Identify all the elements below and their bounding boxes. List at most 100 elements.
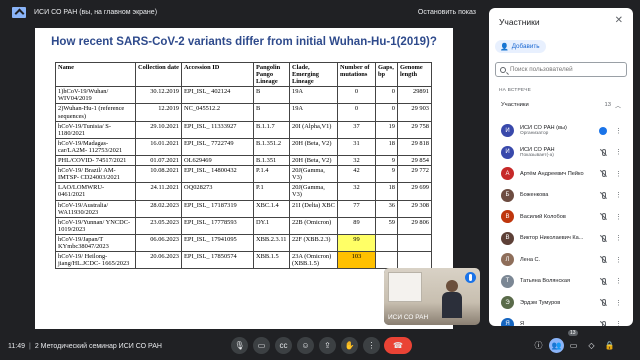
cell-pango: B.1.1.7	[253, 120, 290, 139]
more-vert-icon[interactable]: ⋮	[615, 170, 622, 178]
status-glyph	[600, 320, 606, 326]
col-header-clade: Clade, Emerging Lineage	[289, 61, 338, 88]
participant-row[interactable]: А Артём Андреевич Пейко ⋮	[495, 163, 627, 185]
participant-row[interactable]: И ИСИ СО РАН Показывает(-а) ⋮	[495, 142, 627, 164]
activities-button[interactable]: ◇	[584, 338, 599, 353]
cell-mutations: 42	[337, 165, 376, 184]
cell-date: 20.06.2023	[135, 251, 182, 270]
camera-button[interactable]: ▭	[253, 337, 270, 354]
cell-name: hCoV-19/Australia/ WA11930/2023	[55, 199, 136, 218]
col-header-gaps: Gaps, bp	[375, 61, 398, 88]
cell-mutations: 0	[337, 86, 376, 105]
reactions-button[interactable]: ☺	[297, 337, 314, 354]
cell-name: hCoV-19/ Heilong- jiang/HL.JCDC- 1665/20…	[55, 251, 136, 270]
self-view-tile[interactable]: ИСИ СО РАН	[384, 268, 480, 325]
more-vert-icon[interactable]: ⋮	[615, 191, 622, 199]
participant-text: ИСИ СО РАН (вы) Организатор	[520, 125, 594, 136]
mic-off-icon[interactable]	[599, 256, 607, 264]
participant-search[interactable]	[495, 62, 627, 77]
mic-off-icon[interactable]	[599, 320, 607, 326]
add-participant-label: Добавить	[511, 43, 540, 50]
mic-off-icon: 🎙	[234, 340, 245, 350]
more-vert-icon[interactable]: ⋮	[615, 148, 622, 156]
cell-clade: 19A	[289, 103, 338, 122]
host-controls-button[interactable]: 🔒	[602, 338, 617, 353]
search-input[interactable]	[510, 66, 620, 73]
cell-pango: DY.1	[253, 216, 290, 235]
cell-genome-length: 29891	[397, 86, 432, 105]
participant-row[interactable]: Б Боженкова ⋮	[495, 185, 627, 207]
cell-gaps: 19	[375, 120, 398, 139]
participant-row[interactable]: Л Лена С. ⋮	[495, 249, 627, 271]
more-vert-icon[interactable]: ⋮	[615, 234, 622, 242]
cell-accession: OQ028273	[181, 182, 254, 201]
participant-row[interactable]: Э Эрдэм Тумуров ⋮	[495, 292, 627, 314]
chat-button[interactable]: ▭	[566, 338, 581, 353]
col-header-name: Name	[55, 61, 136, 88]
table-row: hCoV-19/Yunnan/ YNCDC-1019/2023 23.05.202…	[55, 216, 432, 235]
speaking-icon[interactable]	[599, 126, 607, 135]
hand-icon: ✋	[344, 340, 355, 350]
participant-row[interactable]: В Виктор Николаевич Ка... ⋮	[495, 228, 627, 250]
add-participant-button[interactable]: 👤 Добавить	[495, 40, 546, 53]
table-header-row: Name Collection date Accession ID Pangol…	[55, 61, 432, 88]
presenter-title: ИСИ СО РАН (вы, на главном экране)	[34, 8, 158, 16]
avatar: Б	[501, 188, 514, 202]
participants-group-header[interactable]: Участники 13 ︿	[495, 98, 621, 112]
avatar: И	[501, 124, 514, 138]
status-glyph	[600, 256, 606, 264]
cell-date: 16.01.2021	[135, 137, 182, 157]
participant-name: Боженкова	[520, 192, 549, 199]
cell-genome-length: 29 699	[397, 182, 432, 201]
more-vert-icon[interactable]: ⋮	[615, 277, 622, 285]
more-vert-icon[interactable]: ⋮	[615, 213, 622, 221]
avatar: В	[501, 231, 514, 245]
captions-icon: cc	[279, 340, 288, 350]
stop-presenting-button[interactable]: Остановить показ	[418, 9, 476, 16]
participants-count-badge: 13	[568, 330, 578, 336]
info-button[interactable]: ⓘ	[531, 338, 546, 353]
cell-clade: 23A (Omicron) (XBB.1.5)	[289, 251, 338, 270]
mic-off-icon[interactable]	[599, 277, 607, 285]
more-vert-icon[interactable]: ⋮	[615, 256, 622, 264]
speaker-head	[446, 280, 458, 292]
mic-off-icon[interactable]	[599, 148, 607, 156]
people-button[interactable]: 👥	[549, 338, 564, 353]
mic-off-icon[interactable]	[599, 213, 607, 221]
cell-genome-length: 29 758	[397, 120, 432, 139]
participant-row[interactable]: Т Татьяна Волянская ⋮	[495, 271, 627, 293]
participant-text: Василий Колобов	[520, 214, 594, 220]
mic-off-icon[interactable]	[599, 191, 607, 199]
more-vert-icon[interactable]: ⋮	[615, 127, 622, 135]
raise-hand-button[interactable]: ✋	[341, 337, 358, 354]
mic-off-icon[interactable]	[599, 299, 607, 307]
more-options-button[interactable]: ⋮	[363, 337, 380, 354]
avatar: Я	[501, 317, 514, 326]
mic-off-icon[interactable]	[599, 234, 607, 242]
table-row: hCoV-19/Australia/ WA11930/2023 28.02.202…	[55, 199, 432, 218]
participant-row[interactable]: И ИСИ СО РАН (вы) Организатор ⋮	[495, 120, 627, 142]
leave-call-button[interactable]: ☎	[384, 337, 412, 354]
cell-accession: EPI_ISL_ 17187319	[181, 199, 254, 218]
more-vert-icon[interactable]: ⋮	[615, 299, 622, 307]
participant-row[interactable]: Я Я ⋮	[495, 314, 627, 326]
chevron-up-icon: ︿	[614, 103, 621, 110]
cell-pango: B	[253, 86, 290, 105]
presentation-banner: ИСИ СО РАН (вы, на главном экране) Остан…	[0, 0, 488, 24]
close-panel-icon[interactable]: ✕	[615, 15, 623, 26]
more-vert-icon[interactable]: ⋮	[615, 320, 622, 326]
participant-name: Виктор Николаевич Ка...	[520, 235, 584, 242]
participants-panel: Участники ✕ 👤 Добавить НА ВСТРЕЧЕ Участн…	[489, 8, 633, 326]
cell-name: 1)hCoV-19/Wuhan/ WIV04/2019	[55, 86, 136, 105]
cell-mutations: 0	[337, 103, 376, 122]
participant-row[interactable]: В Василий Колобов ⋮	[495, 206, 627, 228]
cell-name: 2)Wuhan-Hu-1 (reference sequences)	[55, 103, 136, 122]
table-row: 1)hCoV-19/Wuhan/ WIV04/2019 30.12.2019 EPI…	[55, 86, 432, 105]
mic-button[interactable]: 🎙	[231, 337, 248, 354]
cell-accession: EPI_ISL_ 7722749	[181, 137, 254, 157]
cell-pango: XBC.1.4	[253, 199, 290, 218]
cell-clade: 21I (Delta) XBC	[289, 199, 338, 218]
present-button[interactable]: ⇪	[319, 337, 336, 354]
captions-button[interactable]: cc	[275, 337, 292, 354]
mic-off-icon[interactable]	[599, 170, 607, 178]
